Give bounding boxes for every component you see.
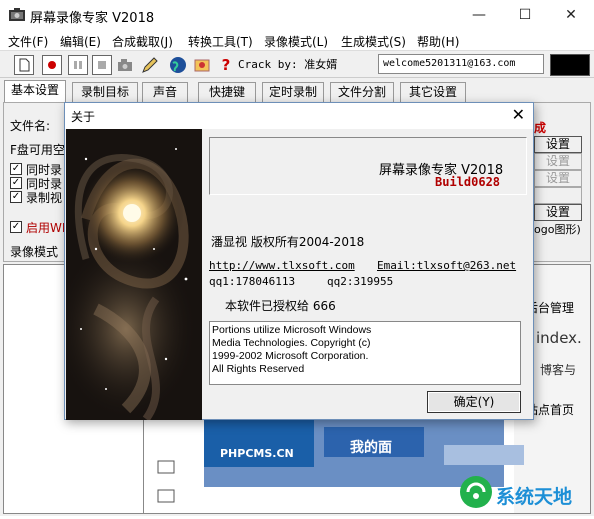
checkbox-3-label: 录制视: [26, 191, 63, 205]
new-file-icon[interactable]: [14, 55, 34, 75]
menu-edit[interactable]: 编辑(E): [60, 33, 101, 50]
about-dialog: 关于 ✕ 屏幕录像专家 V2018 Build0628 潘显视 版权所有2004…: [64, 102, 534, 420]
tab-sound[interactable]: 声音: [142, 82, 188, 102]
website-link[interactable]: http://www.tlxsoft.com: [209, 259, 355, 272]
tab-other-settings[interactable]: 其它设置: [400, 82, 466, 102]
settings-button-3[interactable]: 设置: [534, 170, 582, 187]
generate-label: 成: [534, 121, 547, 135]
window-title: 屏幕录像专家 V2018: [30, 11, 155, 26]
tab-strip: 基本设置 录制目标 声音 快捷键 定时录制 文件分割 其它设置: [0, 80, 594, 102]
maximize-button[interactable]: ☐: [502, 0, 548, 30]
tab-record-target[interactable]: 录制目标: [72, 82, 138, 102]
disk-space-label: F盘可用空: [10, 143, 65, 157]
web-mine-label: 我的面: [350, 440, 392, 456]
ms-notice-line: Media Technologies. Copyright (c): [212, 337, 371, 349]
web-index-label: index.: [536, 329, 582, 347]
close-button[interactable]: ✕: [548, 0, 594, 30]
camera-icon[interactable]: [116, 55, 136, 75]
ms-notice-line: 1999-2002 Microsoft Corporation.: [212, 350, 369, 362]
about-dialog-title: 关于: [71, 110, 96, 124]
minimize-button[interactable]: —: [456, 0, 502, 30]
menu-record-mode[interactable]: 录像模式(L): [264, 33, 328, 50]
copyright-text: 潘显视 版权所有2004-2018: [211, 235, 365, 249]
tab-scheduled-record[interactable]: 定时录制: [262, 82, 324, 102]
watermark-logo: 系统天地: [458, 466, 594, 516]
settings-icon[interactable]: [192, 55, 212, 75]
menu-bar: 文件(F) 编辑(E) 合成截取(J) 转换工具(T) 录像模式(L) 生成模式…: [0, 30, 594, 50]
about-close-icon[interactable]: ✕: [512, 105, 525, 124]
phpcms-logo: PHPCMS.CN: [220, 447, 294, 460]
web-blog-label: 博客与: [540, 363, 577, 377]
ms-notice-line: All Rights Reserved: [212, 363, 305, 375]
tab-file-split[interactable]: 文件分割: [330, 82, 394, 102]
crack-text: Crack by: 准女婿: [238, 58, 338, 71]
enable-label: 启用WI: [26, 221, 66, 235]
menu-generate-mode[interactable]: 生成模式(S): [341, 33, 406, 50]
licensed-text: 本软件已授权给 666: [225, 299, 336, 313]
ms-notice-line: Portions utilize Microsoft Windows: [212, 324, 372, 336]
tab-hotkeys[interactable]: 快捷键: [198, 82, 256, 102]
tab-basic-settings[interactable]: 基本设置: [4, 80, 66, 102]
filename-label: 文件名:: [10, 119, 51, 133]
build-number: Build0628: [435, 175, 501, 189]
menu-file[interactable]: 文件(F): [8, 33, 48, 50]
email-box: welcome5201311@163.com: [378, 54, 544, 74]
checkbox-2[interactable]: ✓: [10, 177, 22, 189]
about-dialog-title-bar: 关于 ✕: [65, 103, 533, 129]
checkbox-enable[interactable]: ✓: [10, 221, 22, 233]
record-icon[interactable]: [42, 55, 62, 75]
pencil-icon[interactable]: [140, 55, 160, 75]
ms-notice-box: Portions utilize Microsoft Windows Media…: [209, 321, 521, 385]
settings-button-3b[interactable]: [534, 187, 582, 204]
about-dialog-body: 屏幕录像专家 V2018 Build0628 潘显视 版权所有2004-2018…: [203, 129, 533, 420]
help-icon[interactable]: ?: [216, 55, 236, 75]
ok-button[interactable]: 确定(Y): [427, 391, 521, 413]
toolbar: ? Crack by: 准女婿 welcome5201311@163.com: [0, 50, 594, 78]
settings-button-1[interactable]: 设置: [534, 136, 582, 153]
main-window: 屏幕录像专家 V2018 — ☐ ✕ 文件(F) 编辑(E) 合成截取(J) 转…: [0, 0, 594, 516]
stop-icon[interactable]: [92, 55, 112, 75]
record-mode-label: 录像模式: [10, 245, 59, 259]
qq1-text: qq1:178046113: [209, 275, 296, 288]
checkbox-3[interactable]: ✓: [10, 191, 22, 203]
pause-icon[interactable]: [68, 55, 88, 75]
menu-compose[interactable]: 合成截取(J): [112, 33, 173, 50]
menu-convert[interactable]: 转换工具(T): [188, 33, 253, 50]
settings-button-4[interactable]: 设置: [534, 204, 582, 221]
email-link[interactable]: Email:tlxsoft@263.net: [377, 259, 516, 272]
preview-box: [550, 54, 590, 76]
checkbox-1[interactable]: ✓: [10, 163, 22, 175]
galaxy-image: [66, 129, 202, 420]
app-icon: [9, 8, 25, 21]
watermark-text: 系统天地: [496, 486, 573, 508]
title-bar: 屏幕录像专家 V2018 — ☐ ✕: [0, 0, 594, 30]
qq2-text: qq2:319955: [327, 275, 394, 288]
logo-label: ogo图形): [534, 223, 581, 236]
settings-button-2[interactable]: 设置: [534, 153, 582, 170]
menu-help[interactable]: 帮助(H): [417, 33, 459, 50]
globe-icon[interactable]: [168, 55, 188, 75]
